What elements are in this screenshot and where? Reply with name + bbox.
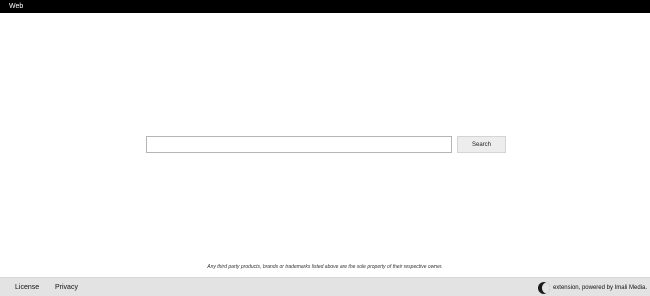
crescent-logo-icon	[537, 281, 550, 294]
privacy-link[interactable]: Privacy	[55, 278, 78, 296]
footer-brand: extension, powered by Imali Media.	[537, 278, 647, 296]
disclaimer-text: Any third party products, brands or trad…	[207, 264, 443, 270]
top-bar: Web	[0, 0, 650, 13]
brand-text: extension, powered by Imali Media.	[552, 284, 647, 291]
search-button[interactable]: Search	[457, 136, 506, 153]
web-tab-link[interactable]: Web	[9, 0, 23, 13]
search-form: Search	[146, 136, 506, 153]
license-link[interactable]: License	[15, 278, 39, 296]
page: Web Search Any third party products, bra…	[0, 0, 650, 296]
search-input[interactable]	[146, 136, 452, 153]
footer: License Privacy extension, powered by Im…	[0, 277, 650, 296]
